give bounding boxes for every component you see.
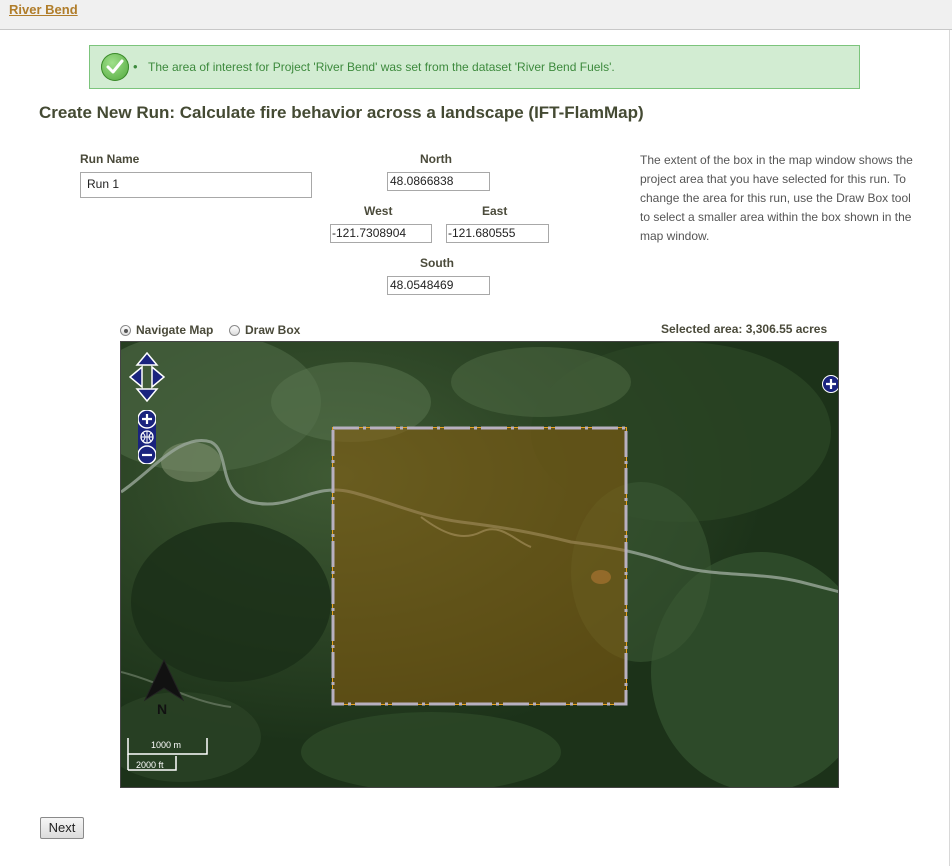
north-arrow-label: N <box>157 701 168 717</box>
navigate-map-radio[interactable] <box>120 324 131 336</box>
draw-box-radio[interactable] <box>229 324 240 336</box>
success-alert: The area of interest for Project 'River … <box>89 45 860 89</box>
area-of-interest-box <box>332 427 627 705</box>
selected-area-readout: Selected area: 3,306.55 acres <box>661 322 828 336</box>
south-label: South <box>420 256 454 270</box>
north-arrow-icon: N <box>141 658 187 720</box>
east-input[interactable]: -121.680555 <box>446 224 549 243</box>
content-border <box>949 30 950 866</box>
west-label: West <box>364 204 393 218</box>
scale-imperial: 2000 ft <box>136 760 164 770</box>
next-button[interactable]: Next <box>40 817 84 839</box>
north-input[interactable]: 48.0866838 <box>387 172 490 191</box>
navigate-map-option[interactable]: Navigate Map <box>120 323 213 337</box>
breadcrumb-project-link[interactable]: River Bend <box>9 2 78 17</box>
alert-message: The area of interest for Project 'River … <box>133 59 615 74</box>
navigate-map-label: Navigate Map <box>136 323 214 337</box>
help-text: The extent of the box in the map window … <box>640 153 913 243</box>
map-window[interactable]: N 1000 m 2000 ft <box>120 341 839 788</box>
checkmark-icon <box>101 53 129 81</box>
north-label: North <box>420 152 452 166</box>
west-input[interactable]: -121.7308904 <box>330 224 432 243</box>
page-title: Create New Run: Calculate fire behavior … <box>39 103 644 122</box>
run-name-label: Run Name <box>80 152 140 166</box>
zoom-bar[interactable] <box>138 410 156 464</box>
draw-box-label: Draw Box <box>245 323 301 337</box>
draw-box-option[interactable]: Draw Box <box>229 323 300 337</box>
run-name-input[interactable]: Run 1 <box>80 172 312 198</box>
layer-switcher-plus-icon[interactable] <box>822 375 839 393</box>
scale-metric: 1000 m <box>151 740 182 750</box>
top-bar: River Bend <box>0 0 952 30</box>
scale-bar: 1000 m 2000 ft <box>127 736 217 776</box>
pan-arrows-icon[interactable] <box>129 352 165 402</box>
south-input[interactable]: 48.0548469 <box>387 276 490 295</box>
east-label: East <box>482 204 508 218</box>
